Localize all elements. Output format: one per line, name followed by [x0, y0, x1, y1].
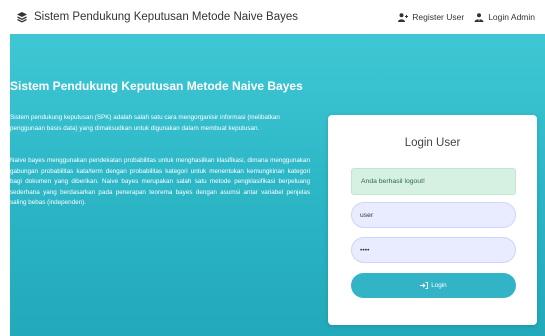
login-admin-link[interactable]: Login Admin [474, 12, 535, 22]
login-button[interactable]: Login [351, 273, 516, 298]
user-tie-icon [474, 12, 484, 22]
nav-links: Register User Login Admin [398, 12, 535, 22]
login-button-label: Login [431, 282, 447, 289]
layers-icon [17, 12, 27, 23]
brand[interactable]: Sistem Pendukung Keputusan Metode Naive … [16, 11, 298, 23]
logout-success-alert: Anda berhasil logout! [351, 168, 516, 195]
hero-title: Sistem Pendukung Keputusan Metode Naive … [10, 79, 303, 93]
register-user-link[interactable]: Register User [398, 12, 464, 22]
hero-paragraph-naive-bayes: Naive bayes menggunakan pendekatan proba… [10, 157, 310, 206]
login-title: Login User [404, 137, 461, 149]
password-input[interactable] [351, 237, 516, 263]
register-user-label: Register User [412, 12, 465, 22]
navbar: Sistem Pendukung Keputusan Metode Naive … [0, 0, 545, 34]
login-card: Login User Anda berhasil logout! Login [328, 115, 537, 325]
hero-paragraph-spk: Sistem pendukung keputusan (SPK) adalah … [10, 114, 280, 132]
login-admin-label: Login Admin [488, 12, 535, 22]
sign-in-icon [420, 282, 429, 289]
username-input[interactable] [351, 202, 516, 228]
user-plus-icon [398, 12, 409, 22]
brand-title: Sistem Pendukung Keputusan Metode Naive … [34, 11, 299, 23]
